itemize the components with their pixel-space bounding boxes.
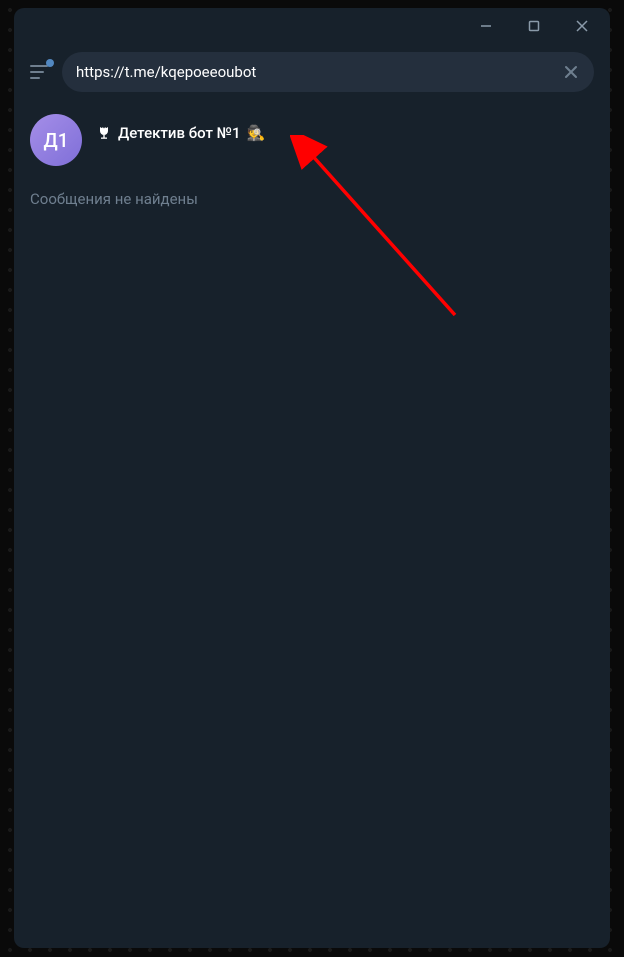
minimize-button[interactable] — [466, 11, 506, 41]
menu-button[interactable] — [30, 61, 48, 83]
search-results: Д1 Детектив бот №1 🕵️ Сообщения н — [14, 104, 610, 948]
clear-search-button[interactable] — [562, 63, 580, 81]
search-input[interactable] — [76, 63, 554, 81]
menu-line — [30, 65, 48, 67]
chat-item[interactable]: Д1 Детектив бот №1 🕵️ — [14, 104, 610, 176]
detective-emoji-icon: 🕵️ — [246, 124, 265, 142]
chat-title: Детектив бот №1 — [118, 124, 240, 142]
menu-line — [30, 71, 44, 73]
search-container — [62, 52, 594, 92]
x-icon — [562, 63, 580, 81]
close-icon — [575, 19, 589, 33]
close-button[interactable] — [562, 11, 602, 41]
chat-info: Детектив бот №1 🕵️ — [96, 138, 594, 142]
app-window: Д1 Детектив бот №1 🕵️ Сообщения н — [14, 8, 610, 948]
titlebar — [14, 8, 610, 44]
header — [14, 44, 610, 104]
notification-dot — [46, 59, 54, 67]
no-messages-text: Сообщения не найдены — [14, 176, 610, 222]
maximize-icon — [527, 19, 541, 33]
verified-icon — [96, 125, 112, 141]
menu-line — [30, 77, 40, 79]
avatar: Д1 — [30, 114, 82, 166]
minimize-icon — [479, 19, 493, 33]
maximize-button[interactable] — [514, 11, 554, 41]
avatar-text: Д1 — [43, 129, 68, 152]
chat-name-row: Детектив бот №1 🕵️ — [96, 124, 594, 142]
